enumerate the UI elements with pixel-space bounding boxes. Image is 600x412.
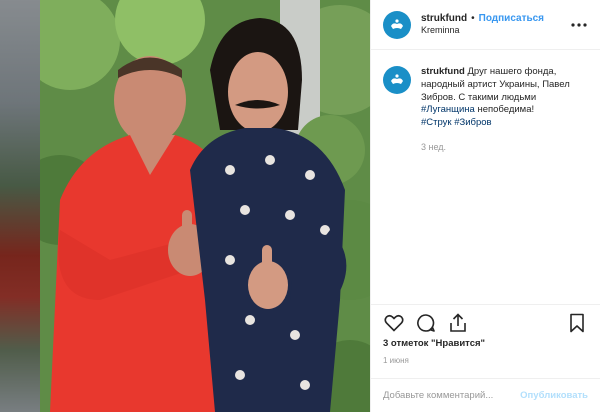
caption-text: strukfund Друг нашего фонда, народный ар… [421,66,588,130]
caption-body-end: непобедима! [477,104,535,116]
header-username-line: strukfund • Подписаться [421,13,570,26]
bookmark-icon[interactable] [566,312,588,334]
more-options-glyph [571,22,587,27]
share-glyph [450,312,466,332]
separator-dot: • [471,12,475,24]
post-caption: strukfund Друг нашего фонда, народный ар… [383,66,588,130]
background-feed-strip [0,0,40,412]
post-photo-image [40,0,370,412]
author-avatar[interactable] [383,10,411,39]
bookmark-glyph [570,313,584,332]
hashtag-zibrov[interactable]: #Зибров [454,117,491,128]
header-text: strukfund • Подписаться Kreminna [421,13,570,37]
caption-avatar[interactable] [383,66,411,94]
likes-count[interactable]: 3 отметок "Нравится" [383,338,485,349]
post-side-panel: strukfund • Подписаться Kreminna strukfu… [370,0,600,412]
comment-input[interactable] [383,390,521,401]
action-bar [371,304,600,340]
heart-icon[interactable] [383,312,405,334]
hashtag-luhanshchyna[interactable]: #Луганщина [421,104,475,115]
comment-bubble-icon[interactable] [415,312,437,334]
publish-button[interactable]: Опубликовать [520,390,588,401]
comments-section: strukfund Друг нашего фонда, народный ар… [371,50,600,304]
heart-glyph [384,314,404,332]
more-options-icon[interactable] [570,16,588,34]
post-location[interactable]: Kreminna [421,25,570,36]
share-icon[interactable] [447,312,469,334]
hands-logo-icon [391,74,403,84]
comment-glyph [417,313,435,332]
add-comment-bar: Опубликовать [371,378,600,412]
post-photo[interactable] [40,0,370,412]
hands-logo-icon [391,18,403,29]
post-date[interactable]: 1 июня [383,356,409,365]
hashtag-struk[interactable]: #Струк [421,117,452,128]
follow-button[interactable]: Подписаться [479,13,544,26]
post-header: strukfund • Подписаться Kreminna [371,0,600,50]
caption-username[interactable]: strukfund [421,66,465,77]
caption-time-ago[interactable]: 3 нед. [421,142,588,152]
author-username[interactable]: strukfund [421,13,467,26]
